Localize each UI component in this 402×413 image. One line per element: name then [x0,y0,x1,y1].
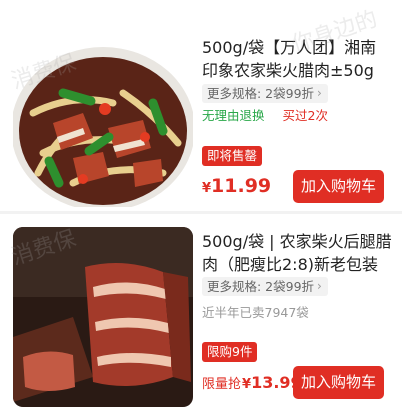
chevron-right-icon: › [317,86,322,100]
product-title[interactable]: 500g/袋【万人团】湘南印象农家柴火腊肉±50g [202,36,392,82]
product-card[interactable]: 500g/袋 | 农家柴火后腿腊肉（肥瘦比2:8)新老包装随 更多规格: 2袋9… [0,214,402,413]
product-image-cured-pork[interactable] [13,227,193,407]
currency-symbol: ¥ [202,181,212,196]
status-badge: 即将售罄 [202,146,263,166]
product-image-stir-fried-bacon[interactable] [13,33,193,207]
price: ¥ 11.99 [202,175,271,197]
price: 限量抢 ¥ 13.99 [202,373,302,392]
add-to-cart-button[interactable]: 加入购物车 [293,366,384,399]
price-amount: 11.99 [211,175,272,197]
service-tags: 无理由退换 买过2次 [202,108,328,124]
spec-label: 更多规格: 2袋99折 [207,86,315,101]
chevron-right-icon: › [317,279,322,293]
more-specs-button[interactable]: 更多规格: 2袋99折 › [202,84,328,103]
purchase-history-tag: 买过2次 [282,108,328,123]
return-policy-tag: 无理由退换 [202,108,265,123]
price-prefix: 限量抢 [202,377,242,392]
currency-symbol: ¥ [242,377,252,392]
more-specs-button[interactable]: 更多规格: 2袋99折 › [202,277,328,296]
sales-count: 近半年已卖7947袋 [202,305,309,320]
add-to-cart-button[interactable]: 加入购物车 [293,170,384,203]
product-card[interactable]: 500g/袋【万人团】湘南印象农家柴火腊肉±50g 更多规格: 2袋99折 › … [0,0,402,212]
spec-label: 更多规格: 2袋99折 [207,279,315,294]
purchase-limit-badge: 限购9件 [202,342,258,362]
product-title[interactable]: 500g/袋 | 农家柴火后腿腊肉（肥瘦比2:8)新老包装随 [202,230,392,276]
